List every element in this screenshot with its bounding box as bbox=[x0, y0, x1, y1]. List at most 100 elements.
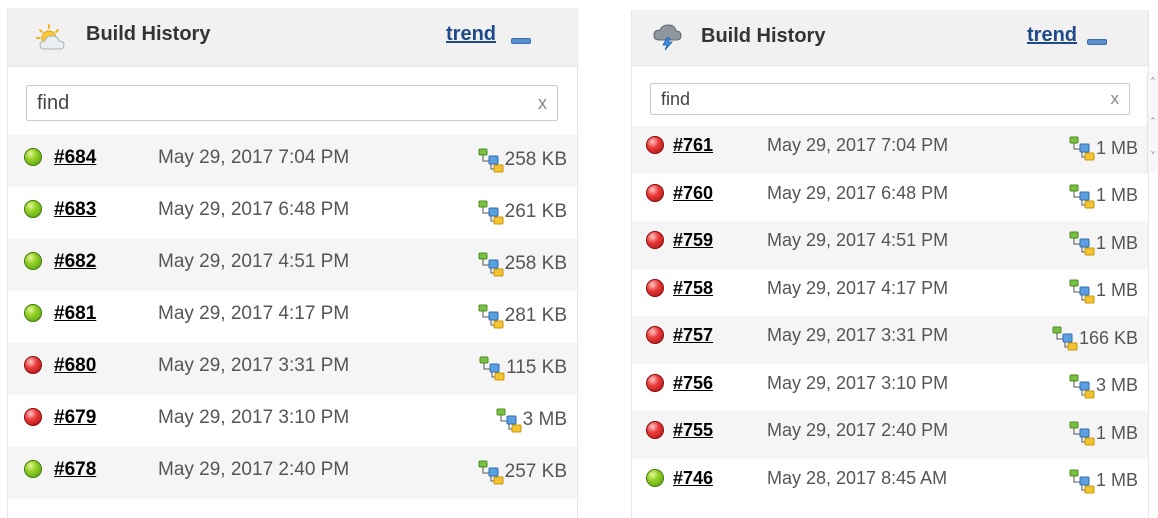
build-row: #682 May 29, 2017 4:51 PM 258 KB bbox=[8, 239, 577, 291]
clear-search-icon[interactable]: x bbox=[1111, 89, 1120, 109]
artifacts-link[interactable]: 258 KB bbox=[477, 147, 567, 173]
build-status-failure-icon bbox=[646, 136, 664, 154]
build-date[interactable]: May 29, 2017 7:04 PM bbox=[158, 147, 349, 169]
artifacts-icon bbox=[1068, 278, 1096, 304]
build-number-link[interactable]: #683 bbox=[54, 199, 96, 221]
build-date[interactable]: May 29, 2017 2:40 PM bbox=[158, 459, 349, 481]
arrow-up-icon: ˄ bbox=[1150, 76, 1156, 90]
artifacts-icon bbox=[1068, 135, 1096, 161]
build-status-success-icon bbox=[24, 304, 42, 322]
build-row: #680 May 29, 2017 3:31 PM 115 KB bbox=[8, 343, 577, 395]
search-input[interactable] bbox=[37, 86, 517, 120]
build-number-link[interactable]: #757 bbox=[673, 325, 713, 346]
artifacts-icon bbox=[1068, 183, 1096, 209]
collapse-icon[interactable] bbox=[1087, 39, 1107, 45]
artifacts-link[interactable]: 1 MB bbox=[1068, 183, 1138, 209]
artifacts-icon bbox=[1068, 420, 1096, 446]
build-number-link[interactable]: #760 bbox=[673, 183, 713, 204]
build-status-failure-icon bbox=[646, 183, 664, 202]
artifact-size: 1 MB bbox=[1095, 137, 1138, 158]
build-date[interactable]: May 29, 2017 4:51 PM bbox=[158, 251, 349, 273]
artifacts-icon bbox=[477, 303, 505, 329]
build-date[interactable]: May 29, 2017 6:48 PM bbox=[158, 199, 349, 221]
artifacts-link[interactable]: 166 KB bbox=[1051, 325, 1138, 351]
build-date[interactable]: May 29, 2017 3:31 PM bbox=[158, 355, 349, 377]
build-number-link[interactable]: #756 bbox=[673, 373, 713, 394]
artifacts-link[interactable]: 1 MB bbox=[1068, 420, 1138, 446]
build-row: #679 May 29, 2017 3:10 PM 3 MB bbox=[8, 395, 577, 447]
build-number-link[interactable]: #684 bbox=[54, 147, 96, 169]
artifact-size: 257 KB bbox=[504, 461, 567, 482]
build-status-success-icon bbox=[24, 252, 42, 270]
artifacts-link[interactable]: 1 MB bbox=[1068, 278, 1138, 304]
artifacts-link[interactable]: 261 KB bbox=[477, 199, 567, 225]
build-status-failure-icon bbox=[646, 326, 664, 344]
build-list: #684 May 29, 2017 7:04 PM 258 KB #683 May 29… bbox=[8, 135, 577, 499]
build-history-panel-right: Build History trend x #761 May 29, 2017 7… bbox=[631, 10, 1149, 518]
artifacts-link[interactable]: 1 MB bbox=[1068, 468, 1138, 494]
build-date[interactable]: May 29, 2017 3:10 PM bbox=[158, 407, 349, 429]
build-number-link[interactable]: #680 bbox=[54, 355, 96, 377]
build-date[interactable]: May 29, 2017 7:04 PM bbox=[767, 135, 948, 156]
trend-link[interactable]: trend bbox=[1027, 24, 1077, 47]
sun-cloud-weather-icon bbox=[36, 24, 65, 50]
build-date[interactable]: May 29, 2017 3:10 PM bbox=[767, 373, 948, 394]
storm-cloud-weather-icon bbox=[653, 24, 682, 50]
build-list: #761 May 29, 2017 7:04 PM 1 MB #760 May 29, … bbox=[632, 126, 1148, 506]
artifacts-link[interactable]: 1 MB bbox=[1068, 230, 1138, 256]
build-row: #756 May 29, 2017 3:10 PM 3 MB bbox=[632, 364, 1148, 412]
artifacts-link[interactable]: 3 MB bbox=[495, 407, 567, 433]
build-date[interactable]: May 28, 2017 8:45 AM bbox=[767, 468, 947, 489]
build-date[interactable]: May 29, 2017 4:17 PM bbox=[767, 278, 948, 299]
build-status-failure-icon bbox=[24, 356, 42, 374]
artifacts-icon bbox=[1068, 230, 1096, 256]
artifacts-link[interactable]: 281 KB bbox=[477, 303, 567, 329]
build-number-link[interactable]: #682 bbox=[54, 251, 96, 273]
artifact-size: 1 MB bbox=[1095, 185, 1138, 205]
artifact-size: 1 MB bbox=[1095, 280, 1138, 300]
build-number-link[interactable]: #761 bbox=[673, 135, 713, 156]
artifacts-link[interactable]: 258 KB bbox=[477, 251, 567, 277]
search-box: x bbox=[650, 83, 1130, 115]
artifacts-icon bbox=[477, 147, 505, 173]
build-date[interactable]: May 29, 2017 6:48 PM bbox=[767, 183, 948, 204]
build-number-link[interactable]: #746 bbox=[673, 468, 713, 489]
artifacts-link[interactable]: 3 MB bbox=[1068, 373, 1138, 399]
artifacts-link[interactable]: 1 MB bbox=[1068, 135, 1138, 161]
artifact-size: 258 KB bbox=[504, 149, 567, 170]
build-date[interactable]: May 29, 2017 4:51 PM bbox=[767, 230, 948, 251]
arrow-down-icon: ˅ bbox=[1150, 150, 1156, 164]
artifacts-icon bbox=[1068, 373, 1096, 399]
build-date[interactable]: May 29, 2017 2:40 PM bbox=[767, 420, 948, 441]
build-row: #755 May 29, 2017 2:40 PM 1 MB bbox=[632, 411, 1148, 459]
trend-link[interactable]: trend bbox=[446, 23, 496, 46]
build-number-link[interactable]: #755 bbox=[673, 420, 713, 441]
artifact-size: 1 MB bbox=[1095, 232, 1138, 253]
build-number-link[interactable]: #679 bbox=[54, 407, 96, 429]
artifacts-icon bbox=[1068, 468, 1096, 494]
artifact-size: 3 MB bbox=[1095, 375, 1138, 395]
build-status-failure-icon bbox=[646, 278, 664, 297]
build-number-link[interactable]: #758 bbox=[673, 278, 713, 299]
build-row: #757 May 29, 2017 3:31 PM 166 KB bbox=[632, 316, 1148, 364]
build-status-failure-icon bbox=[646, 421, 664, 439]
artifacts-icon bbox=[477, 459, 505, 485]
artifact-size: 166 KB bbox=[1078, 327, 1138, 348]
build-status-failure-icon bbox=[24, 408, 42, 426]
artifacts-link[interactable]: 257 KB bbox=[477, 459, 567, 485]
clear-search-icon[interactable]: x bbox=[538, 93, 547, 114]
search-input[interactable] bbox=[661, 84, 1091, 114]
build-number-link[interactable]: #681 bbox=[54, 303, 96, 325]
artifact-size: 115 KB bbox=[506, 357, 567, 378]
build-status-success-icon bbox=[646, 468, 664, 487]
artifact-size: 258 KB bbox=[504, 253, 567, 274]
artifacts-link[interactable]: 115 KB bbox=[478, 355, 567, 381]
build-row: #678 May 29, 2017 2:40 PM 257 KB bbox=[8, 447, 577, 499]
build-date[interactable]: May 29, 2017 4:17 PM bbox=[158, 303, 349, 325]
scrollbar-edge[interactable]: ˄ ˆ ˅ bbox=[1147, 72, 1158, 172]
panel-title: Build History bbox=[701, 25, 826, 47]
build-number-link[interactable]: #678 bbox=[54, 459, 96, 481]
build-date[interactable]: May 29, 2017 3:31 PM bbox=[767, 325, 948, 346]
build-number-link[interactable]: #759 bbox=[673, 230, 713, 251]
collapse-icon[interactable] bbox=[511, 38, 531, 44]
